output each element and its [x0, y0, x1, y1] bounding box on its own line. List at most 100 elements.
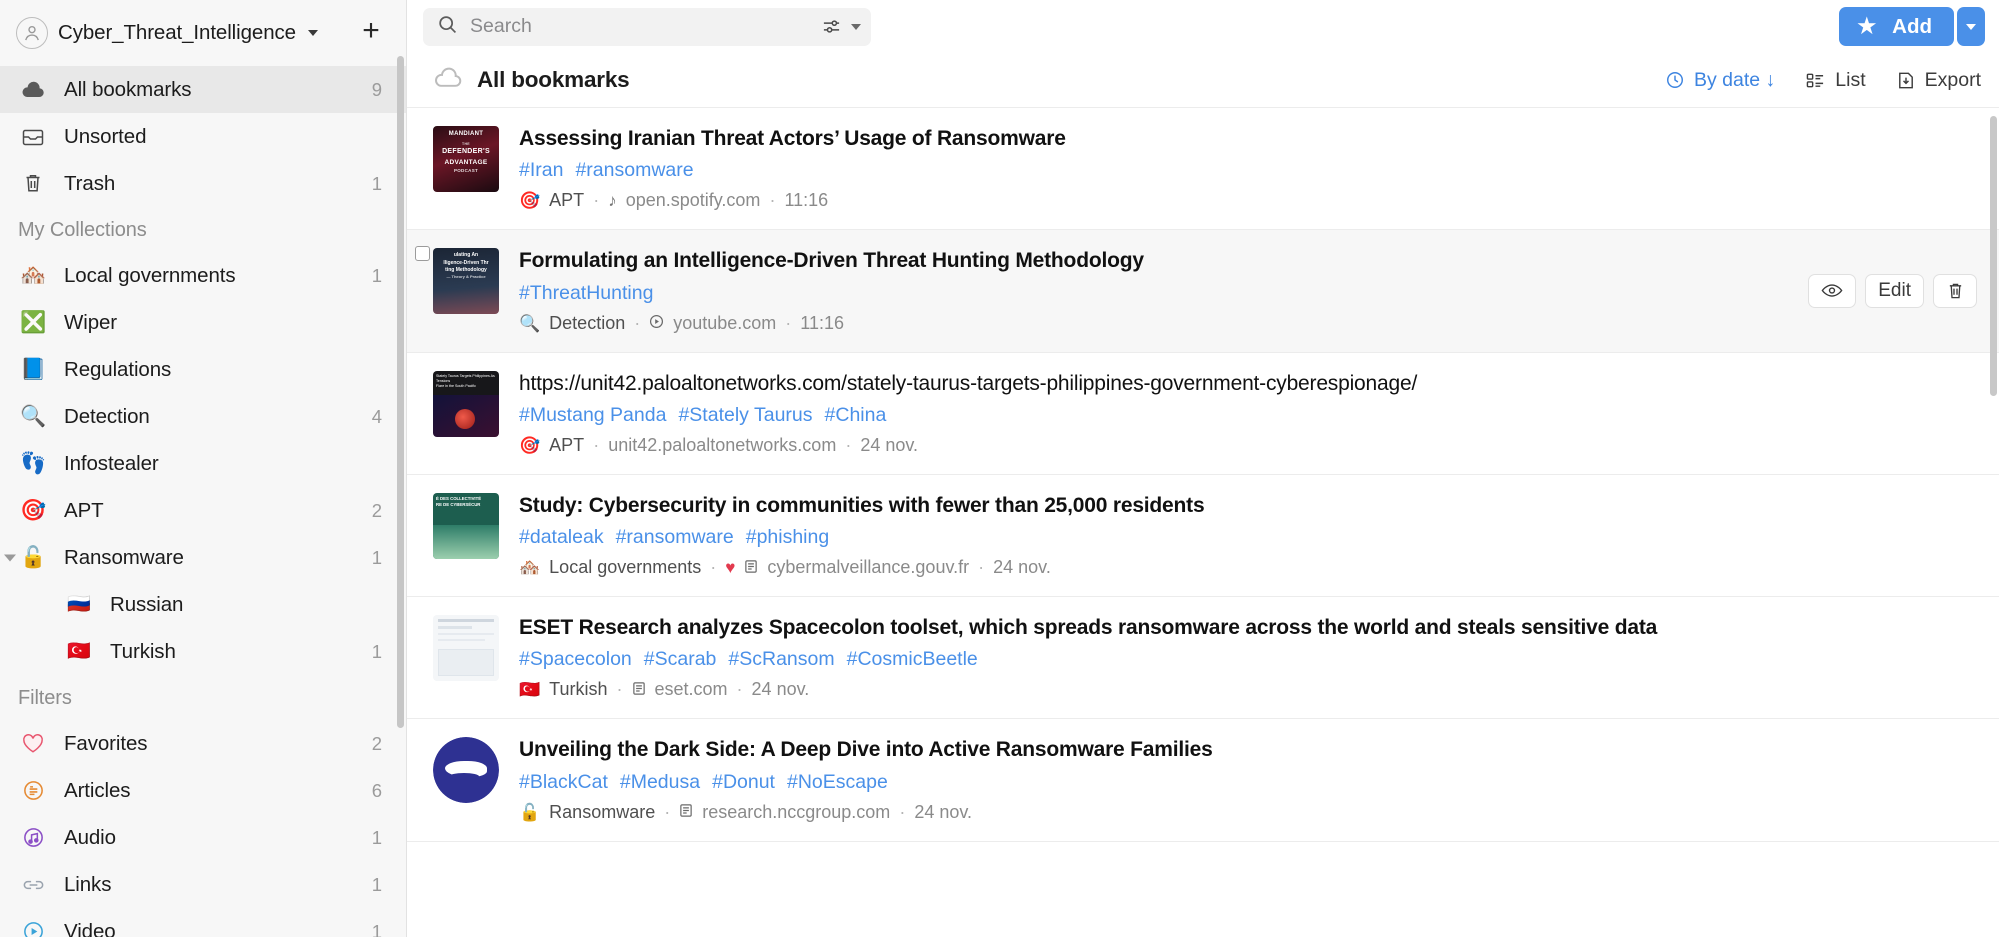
- bookmark-title[interactable]: Formulating an Intelligence-Driven Threa…: [519, 248, 1973, 274]
- audio-type-icon: ♪: [608, 191, 617, 211]
- sidebar-item-count: 4: [371, 405, 382, 427]
- sidebar-item-label: Infostealer: [64, 451, 159, 475]
- search-bar[interactable]: Search: [423, 7, 871, 46]
- music-note-icon: [18, 826, 48, 849]
- chevron-down-icon[interactable]: [851, 23, 861, 30]
- edit-button[interactable]: Edit: [1865, 273, 1924, 308]
- sidebar-item-local-governments[interactable]: 🏘️ Local governments 1: [0, 252, 406, 299]
- sidebar-item-articles[interactable]: Articles 6: [0, 767, 406, 814]
- sidebar-item-wiper[interactable]: ❎ Wiper: [0, 299, 406, 346]
- sidebar-item-video[interactable]: Video 1: [0, 908, 406, 937]
- collapse-twisty-icon[interactable]: [4, 554, 16, 561]
- bookmark-row[interactable]: É DES COLLECTIVITÉ RE DE CYBERSÉCUR Study…: [407, 475, 1999, 597]
- sidebar-item-label: Favorites: [64, 731, 148, 755]
- tag[interactable]: #phishing: [746, 526, 829, 548]
- bookmark-collection[interactable]: 🎯 APT: [519, 190, 584, 211]
- preview-button[interactable]: [1808, 273, 1857, 308]
- tag[interactable]: #NoEscape: [787, 771, 888, 793]
- separator: ·: [899, 801, 906, 822]
- bookmark-collection[interactable]: 🇹🇷 Turkish: [519, 679, 608, 700]
- tag[interactable]: #dataleak: [519, 526, 604, 548]
- bookmark-row[interactable]: ESET Research analyzes Spacecolon toolse…: [407, 597, 1999, 720]
- account-header[interactable]: Cyber_Threat_Intelligence +: [0, 0, 406, 66]
- bookmark-title[interactable]: Unveiling the Dark Side: A Deep Dive int…: [519, 737, 1973, 763]
- bookmark-date: 11:16: [800, 312, 844, 333]
- sidebar-item-label: Links: [64, 872, 112, 896]
- magnifier-icon: 🔍: [19, 405, 47, 428]
- tag[interactable]: #Donut: [712, 771, 775, 793]
- bookmark-collection[interactable]: 🏘️ Local governments: [519, 557, 701, 578]
- sidebar-item-ransomware[interactable]: 🔓 Ransomware 1: [0, 534, 406, 581]
- chevron-down-icon[interactable]: [307, 30, 318, 36]
- view-mode-button[interactable]: List: [1805, 69, 1866, 92]
- sidebar-item-count: 1: [371, 920, 382, 937]
- bookmark-collection[interactable]: 🔓 Ransomware: [519, 802, 655, 823]
- bookmark-row[interactable]: Unveiling the Dark Side: A Deep Dive int…: [407, 719, 1999, 842]
- bookmark-row[interactable]: MANDIANT THE DEFENDER'S ADVANTAGE PODCAS…: [407, 108, 1999, 231]
- bookmark-title[interactable]: Assessing Iranian Threat Actors’ Usage o…: [519, 126, 1973, 152]
- tag[interactable]: #BlackCat: [519, 771, 608, 793]
- sidebar-item-audio[interactable]: Audio 1: [0, 814, 406, 861]
- article-type-icon: [632, 681, 646, 699]
- delete-button[interactable]: [1933, 273, 1977, 308]
- avatar: [16, 17, 48, 49]
- bookmark-collection[interactable]: 🎯 APT: [519, 435, 584, 456]
- sidebar-item-favorites[interactable]: Favorites 2: [0, 720, 406, 767]
- sidebar-item-russian[interactable]: 🇷🇺 Russian: [0, 581, 406, 628]
- tag[interactable]: #ransomware: [616, 526, 734, 548]
- tag[interactable]: #Mustang Panda: [519, 404, 666, 426]
- content-scrollbar[interactable]: [1990, 116, 1997, 396]
- sidebar-item-turkish[interactable]: 🇹🇷 Turkish 1: [0, 628, 406, 675]
- bookmark-row[interactable]: Stately Taurus Targets Philippines As Te…: [407, 353, 1999, 475]
- bookmark-meta: 🎯 APT · unit42.paloaltonetworks.com · 24…: [519, 435, 1973, 456]
- sidebar-item-infostealer[interactable]: 👣 Infostealer: [0, 440, 406, 487]
- tag[interactable]: #ransomware: [575, 159, 693, 181]
- row-checkbox[interactable]: [415, 246, 430, 262]
- sidebar-item-label: Detection: [64, 404, 150, 428]
- tag[interactable]: #Scarab: [644, 648, 717, 670]
- bookmark-row[interactable]: ulating An lligence-Driven Thr ting Method…: [407, 230, 1999, 353]
- sort-button[interactable]: By date ↓: [1665, 69, 1775, 92]
- bookmark-tags: #Iran #ransomware: [519, 159, 1973, 182]
- bookmark-date: 24 nov.: [993, 557, 1051, 577]
- bookmark-tags: #Mustang Panda #Stately Taurus #China: [519, 404, 1973, 427]
- sidebar-item-unsorted[interactable]: Unsorted: [0, 113, 406, 160]
- bookmark-title[interactable]: ESET Research analyzes Spacecolon toolse…: [519, 615, 1973, 641]
- heart-icon: [18, 733, 48, 754]
- bookmark-info: Formulating an Intelligence-Driven Threa…: [519, 248, 1973, 333]
- favorite-heart-icon[interactable]: ♥: [725, 559, 735, 576]
- export-button[interactable]: Export: [1896, 69, 1981, 92]
- tag[interactable]: #China: [825, 404, 887, 426]
- sidebar-item-count: 2: [371, 499, 382, 521]
- tag[interactable]: #ThreatHunting: [519, 282, 653, 304]
- bookmark-meta: 🔓 Ransomware · research.nccgroup.com · 2…: [519, 802, 1973, 823]
- sidebar-item-apt[interactable]: 🎯 APT 2: [0, 487, 406, 534]
- bookmark-collection[interactable]: 🔍 Detection: [519, 313, 625, 334]
- add-collection-button[interactable]: +: [354, 16, 388, 50]
- add-dropdown-button[interactable]: [1957, 7, 1985, 46]
- sidebar-scrollbar[interactable]: [397, 56, 404, 728]
- sidebar-item-regulations[interactable]: 📘 Regulations: [0, 346, 406, 393]
- separator: ·: [736, 679, 743, 700]
- sidebar-item-count: 1: [371, 826, 382, 848]
- search-input[interactable]: Search: [470, 15, 809, 38]
- bookmark-date: 24 nov.: [914, 801, 973, 822]
- sidebar-item-detection[interactable]: 🔍 Detection 4: [0, 393, 406, 440]
- bookmark-title[interactable]: Study: Cybersecurity in communities with…: [519, 493, 1973, 519]
- tag[interactable]: #CosmicBeetle: [847, 648, 978, 670]
- tag[interactable]: #Iran: [519, 159, 563, 181]
- sidebar-item-links[interactable]: Links 1: [0, 861, 406, 908]
- separator: ·: [593, 434, 600, 455]
- search-filter-button[interactable]: [821, 17, 861, 36]
- tag[interactable]: #Stately Taurus: [678, 404, 812, 426]
- tag[interactable]: #Spacecolon: [519, 648, 632, 670]
- add-button[interactable]: ★ Add: [1839, 7, 1954, 46]
- add-button-group: ★ Add: [1839, 7, 1985, 46]
- bookmark-title[interactable]: https://unit42.paloaltonetworks.com/stat…: [519, 371, 1973, 397]
- bookmark-domain: open.spotify.com: [625, 190, 761, 211]
- tag[interactable]: #ScRansom: [728, 648, 834, 670]
- tag[interactable]: #Medusa: [620, 771, 700, 793]
- sidebar-item-all-bookmarks[interactable]: All bookmarks 9: [0, 66, 406, 113]
- sidebar-item-trash[interactable]: Trash 1: [0, 160, 406, 207]
- bookmark-meta: 🏘️ Local governments · ♥ cybermalveillan…: [519, 557, 1973, 578]
